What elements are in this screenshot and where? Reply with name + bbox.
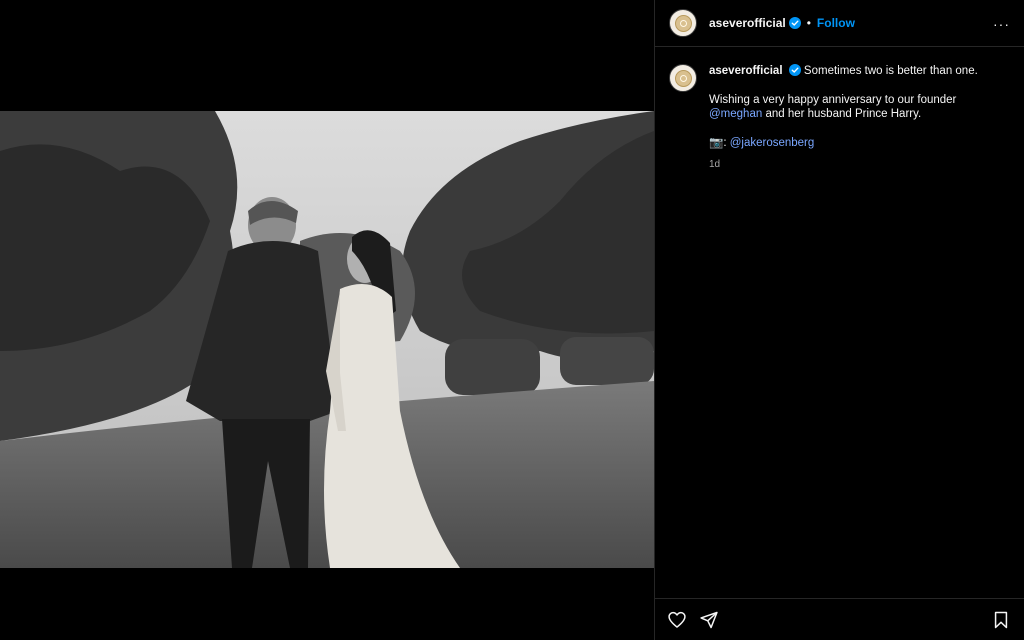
- mention-link-jakerosenberg[interactable]: @jakerosenberg: [730, 137, 815, 149]
- more-options-icon[interactable]: ···: [993, 16, 1010, 32]
- caption-text: aseverofficial Sometimes two is better t…: [709, 64, 978, 173]
- brand-logo-icon: [674, 69, 692, 87]
- bookmark-icon: [994, 611, 1008, 629]
- photo-image: [0, 111, 654, 568]
- caption: aseverofficial Sometimes two is better t…: [669, 64, 1009, 173]
- heart-icon: [668, 611, 686, 628]
- follow-button[interactable]: Follow: [817, 16, 855, 30]
- avatar[interactable]: [669, 9, 697, 37]
- share-icon: [700, 611, 718, 629]
- post-header: aseverofficial • Follow ···: [655, 0, 1024, 47]
- camera-credit-prefix: 📷:: [709, 136, 727, 149]
- post-timestamp[interactable]: 1d: [709, 158, 978, 173]
- post-photo[interactable]: [0, 111, 654, 568]
- media-pane: [0, 0, 654, 640]
- action-bar: [655, 598, 1024, 640]
- caption-avatar[interactable]: [669, 64, 697, 92]
- verified-badge-icon: [788, 17, 801, 29]
- caption-username[interactable]: aseverofficial: [709, 65, 783, 77]
- brand-logo-icon: [674, 14, 692, 32]
- username-link[interactable]: aseverofficial: [709, 16, 786, 30]
- caption-line-1: Sometimes two is better than one.: [803, 65, 978, 77]
- verified-badge-icon: [788, 64, 801, 76]
- post-side-pane: aseverofficial • Follow ··· aseveroffici…: [654, 0, 1024, 640]
- separator-dot: •: [806, 16, 811, 30]
- save-button[interactable]: [991, 610, 1011, 630]
- share-button[interactable]: [699, 610, 719, 630]
- caption-paragraph-2a: Wishing a very happy anniversary to our …: [709, 93, 957, 106]
- mention-link-meghan[interactable]: @meghan: [709, 108, 762, 120]
- caption-paragraph-2b: and her husband Prince Harry.: [765, 108, 922, 120]
- like-button[interactable]: [667, 610, 687, 630]
